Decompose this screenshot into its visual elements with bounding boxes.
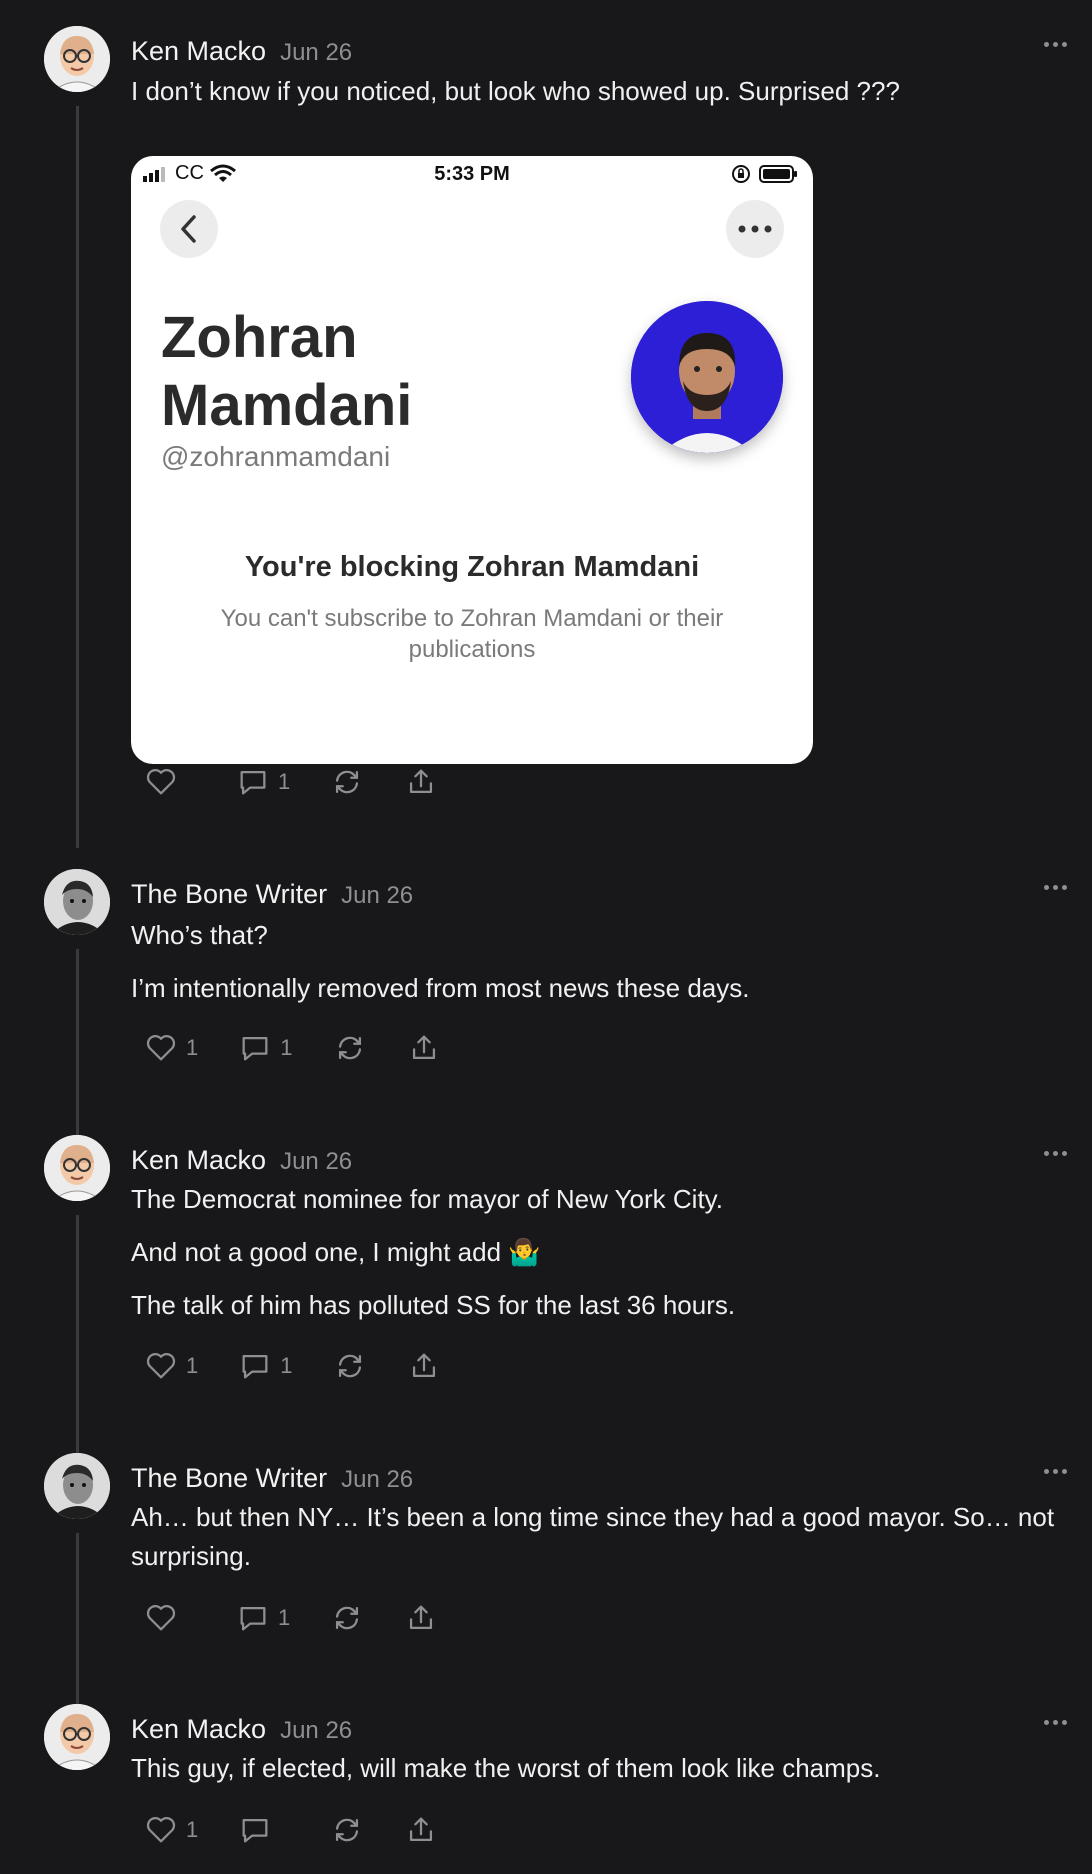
more-options-icon[interactable] <box>1044 34 1074 54</box>
author-avatar[interactable] <box>44 869 110 935</box>
author-avatar[interactable] <box>44 1704 110 1770</box>
ellipsis-icon <box>738 225 772 233</box>
thread-line <box>76 949 79 1144</box>
author-name[interactable]: Ken Macko Jun 26 <box>131 1145 352 1176</box>
restack-icon <box>338 1036 361 1060</box>
reply-button[interactable]: 1 <box>238 1028 293 1068</box>
restack-button[interactable] <box>330 1810 364 1850</box>
comment-body: The Democrat nominee for mayor of New Yo… <box>131 1180 1071 1339</box>
share-button[interactable] <box>404 1810 438 1850</box>
more-options-icon[interactable] <box>1044 877 1074 897</box>
comment-actions: 1 1 <box>144 1028 481 1068</box>
restack-button[interactable] <box>330 1598 364 1638</box>
more-options-icon[interactable] <box>1044 1143 1074 1163</box>
comment-actions: 1 <box>144 1598 478 1638</box>
like-button[interactable]: 1 <box>144 1346 198 1386</box>
heart-icon <box>146 1352 176 1379</box>
clock: 5:33 PM <box>434 163 510 185</box>
share-icon <box>412 1353 435 1378</box>
restack-icon <box>336 1818 359 1842</box>
comment-text: The talk of him has polluted SS for the … <box>131 1290 736 1320</box>
author-name[interactable]: The Bone Writer Jun 26 <box>131 879 413 910</box>
like-button[interactable] <box>144 762 196 802</box>
heart-icon <box>146 1604 176 1631</box>
post-date: Jun 26 <box>341 882 414 909</box>
rotation-lock-icon <box>732 165 750 183</box>
restack-button[interactable] <box>330 762 364 802</box>
more-options-icon[interactable] <box>1044 1461 1074 1481</box>
battery-icon <box>759 165 797 183</box>
back-button[interactable] <box>160 200 218 258</box>
comment-body: Who’s that? I’m intentionally removed fr… <box>131 916 1071 1022</box>
share-button[interactable] <box>404 1598 438 1638</box>
share-icon <box>410 769 433 794</box>
phone-status-bar: CC 5:33 PM <box>131 156 813 192</box>
share-icon <box>410 1817 433 1842</box>
post-date: Jun 26 <box>280 39 353 66</box>
reply-button[interactable] <box>238 1810 290 1850</box>
comment-bubble-icon <box>240 770 266 795</box>
profile-handle: @zohranmamdani <box>161 441 391 472</box>
reply-button[interactable]: 1 <box>236 762 290 802</box>
share-button[interactable] <box>407 1028 441 1068</box>
comment-text: Ah… but then NY… It’s been a long time s… <box>131 1502 1055 1571</box>
author-name[interactable]: Ken Macko Jun 26 <box>131 36 352 67</box>
share-icon <box>412 1035 435 1060</box>
like-button[interactable]: 1 <box>144 1028 198 1068</box>
author-avatar[interactable] <box>44 1135 110 1201</box>
comment-text: I’m intentionally removed from most news… <box>131 973 750 1003</box>
author-name[interactable]: Ken Macko Jun 26 <box>131 1714 352 1745</box>
blocking-notice-subtitle: You can't subscribe to Zohran Mamdani or… <box>220 605 724 663</box>
post-date: Jun 26 <box>280 1717 353 1744</box>
restack-button[interactable] <box>333 1028 367 1068</box>
comment-body: I don’t know if you noticed, but look wh… <box>131 72 1071 125</box>
comment-bubble-icon <box>242 1036 268 1061</box>
share-button[interactable] <box>407 1346 441 1386</box>
post-date: Jun 26 <box>280 1148 353 1175</box>
profile-photo <box>631 301 783 453</box>
comment-text: I don’t know if you noticed, but look wh… <box>131 76 900 106</box>
comment-actions: 1 1 <box>144 1346 481 1386</box>
restack-icon <box>336 1606 359 1630</box>
profile-more-button[interactable] <box>726 200 784 258</box>
thread-line <box>76 106 79 848</box>
heart-icon <box>146 1034 176 1061</box>
attached-screenshot-image[interactable]: CC 5:33 PM Zohran Mamdani @zohranmamdani… <box>131 156 813 764</box>
heart-icon <box>146 768 176 795</box>
restack-icon <box>336 770 359 794</box>
author-avatar[interactable] <box>44 26 110 92</box>
reply-button[interactable]: 1 <box>238 1346 293 1386</box>
comment-actions: 1 <box>144 762 478 802</box>
like-button[interactable] <box>144 1598 196 1638</box>
share-icon <box>410 1605 433 1630</box>
comment-text: Who’s that? <box>131 920 268 950</box>
comment-actions: 1 <box>144 1810 478 1850</box>
more-options-icon[interactable] <box>1044 1712 1074 1732</box>
restack-icon <box>338 1354 361 1378</box>
profile-name: Zohran Mamdani <box>161 305 413 438</box>
comment-bubble-icon <box>242 1354 268 1379</box>
comment-text: And not a good one, I might add 🤷‍♂️ <box>131 1237 541 1267</box>
comment-text: This guy, if elected, will make the wors… <box>131 1753 881 1783</box>
post-date: Jun 26 <box>341 1466 414 1493</box>
author-name[interactable]: The Bone Writer Jun 26 <box>131 1463 413 1494</box>
author-avatar[interactable] <box>44 1453 110 1519</box>
reply-button[interactable]: 1 <box>236 1598 290 1638</box>
comment-bubble-icon <box>242 1818 268 1843</box>
restack-button[interactable] <box>333 1346 367 1386</box>
like-button[interactable]: 1 <box>144 1810 198 1850</box>
heart-icon <box>146 1816 176 1843</box>
blocking-notice-title: You're blocking Zohran Mamdani <box>244 551 700 583</box>
share-button[interactable] <box>404 762 438 802</box>
chevron-left-icon <box>181 215 196 243</box>
comment-body: This guy, if elected, will make the wors… <box>131 1749 1071 1802</box>
comment-text: The Democrat nominee for mayor of New Yo… <box>131 1184 723 1214</box>
comment-body: Ah… but then NY… It’s been a long time s… <box>131 1498 1071 1590</box>
comment-bubble-icon <box>240 1606 266 1631</box>
